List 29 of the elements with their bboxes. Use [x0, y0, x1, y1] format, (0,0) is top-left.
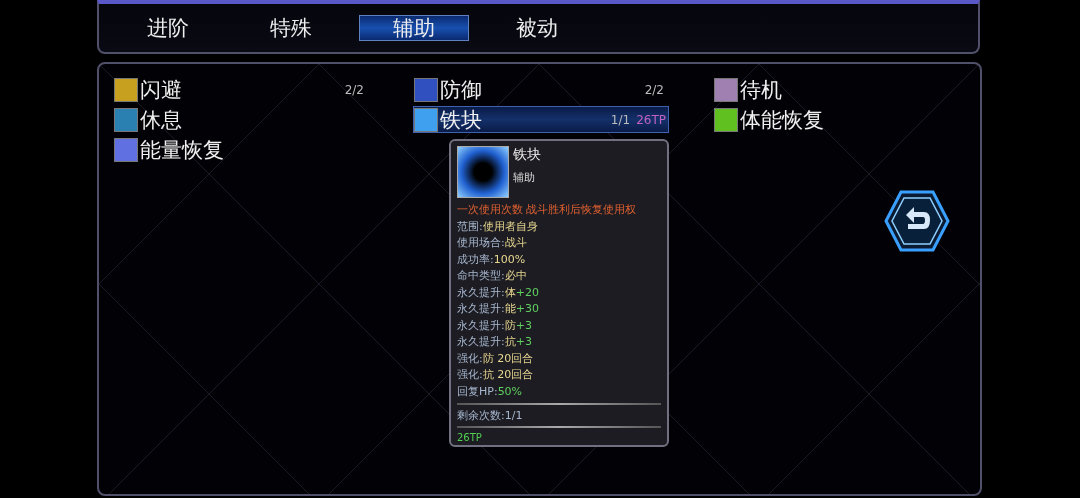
- tooltip-stat: 强化:抗 20回合: [457, 367, 535, 383]
- tooltip-stat: 永久提升:防+3: [457, 317, 533, 334]
- tooltip-stat: 永久提升:抗+3: [457, 334, 533, 350]
- tooltip-stat: 永久提升:体+20: [457, 284, 540, 301]
- tab[interactable]: 进阶: [113, 15, 223, 41]
- skill-item[interactable]: 体能恢复: [713, 106, 969, 133]
- skill-item[interactable]: 铁块 1/1 26TP: [413, 106, 669, 133]
- tab[interactable]: 辅助: [359, 15, 469, 41]
- tooltip-stat: 成功率:100%: [457, 251, 527, 268]
- tab[interactable]: 特殊: [236, 15, 346, 41]
- tooltip-stat: 使用场合:战斗: [457, 235, 528, 251]
- skill-item[interactable]: 闪避 2/2: [113, 76, 369, 103]
- skill-item[interactable]: 待机: [713, 76, 969, 103]
- skill-item[interactable]: 防御 2/2: [413, 76, 669, 103]
- tp-cost: 26TP: [457, 432, 483, 443]
- tooltip-stat: 强化:防 20回合: [457, 350, 535, 367]
- tooltip-stat: 回复HP:50%: [457, 383, 524, 400]
- back-button[interactable]: [884, 189, 950, 253]
- tab[interactable]: 被动: [482, 15, 592, 41]
- tooltip-note: 一次使用次数 战斗胜利后恢复使用权: [457, 202, 638, 218]
- tooltip-category: 辅助: [513, 170, 536, 185]
- tooltip-title: 铁块: [513, 146, 541, 164]
- remaining-uses: 剩余次数:1/1: [457, 408, 524, 423]
- tooltip-stat: 命中类型:必中: [457, 268, 528, 284]
- skill-item[interactable]: 能量恢复: [113, 136, 369, 163]
- skill-icon: [457, 146, 509, 198]
- tooltip-stat: 范围:使用者自身: [457, 218, 539, 235]
- skill-item[interactable]: 休息: [113, 106, 369, 133]
- tooltip-stat: 永久提升:能+30: [457, 301, 540, 317]
